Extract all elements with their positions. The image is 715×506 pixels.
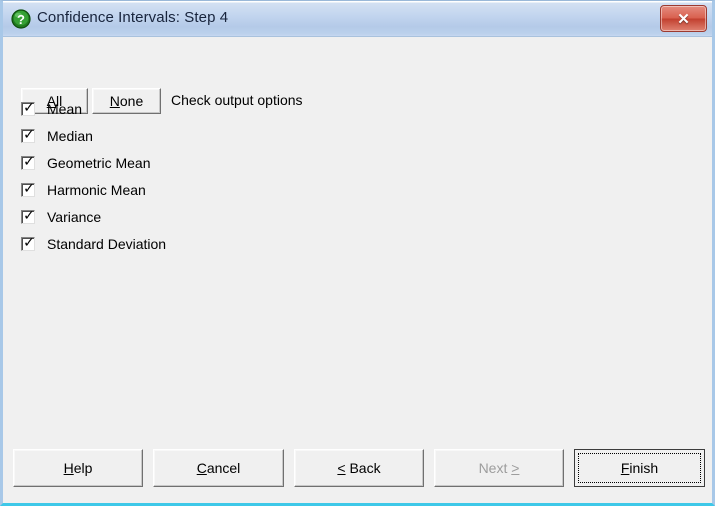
checkmark-icon: ✓ xyxy=(23,180,35,197)
help-button[interactable]: Help xyxy=(13,449,143,487)
select-none-label: None xyxy=(109,93,144,109)
checkmark-icon: ✓ xyxy=(23,207,35,224)
cancel-label: Cancel xyxy=(196,460,241,476)
checkbox-label-variance: Variance xyxy=(47,208,102,225)
checkbox-row-median[interactable]: ✓ Median xyxy=(21,122,166,149)
next-button[interactable]: Next > xyxy=(434,449,564,487)
checkmark-icon: ✓ xyxy=(23,126,35,143)
output-options-list: ✓ Mean ✓ Median ✓ Geometric Mean ✓ Harmo… xyxy=(21,95,166,257)
checkbox-row-standard-deviation[interactable]: ✓ Standard Deviation xyxy=(21,230,166,257)
checkbox-mean[interactable]: ✓ xyxy=(21,99,35,116)
svg-text:?: ? xyxy=(17,12,25,27)
checkmark-icon: ✓ xyxy=(23,153,35,170)
output-options-hint: Check output options xyxy=(171,92,303,108)
finish-button[interactable]: Finish xyxy=(574,449,705,487)
dialog-client-area: All None Check output options ✓ Mean ✓ M… xyxy=(3,37,712,503)
close-button[interactable]: ✕ xyxy=(660,5,707,32)
checkbox-label-harmonic-mean: Harmonic Mean xyxy=(47,181,146,198)
back-label: < Back xyxy=(337,460,381,476)
checkbox-median[interactable]: ✓ xyxy=(21,126,35,143)
checkbox-row-harmonic-mean[interactable]: ✓ Harmonic Mean xyxy=(21,176,166,203)
select-all-label: All xyxy=(46,93,63,109)
dialog-window: ? Confidence Intervals: Step 4 ✕ All Non… xyxy=(0,0,715,506)
checkbox-label-median: Median xyxy=(47,127,93,144)
checkbox-label-geometric-mean: Geometric Mean xyxy=(47,154,151,171)
next-label: Next > xyxy=(478,460,520,476)
checkbox-harmonic-mean[interactable]: ✓ xyxy=(21,180,35,197)
checkbox-geometric-mean[interactable]: ✓ xyxy=(21,153,35,170)
dialog-footer: Help Cancel < Back Next > Finish xyxy=(3,437,712,503)
checkbox-row-geometric-mean[interactable]: ✓ Geometric Mean xyxy=(21,149,166,176)
checkbox-variance[interactable]: ✓ xyxy=(21,207,35,224)
checkbox-label-standard-deviation: Standard Deviation xyxy=(47,235,167,252)
checkmark-icon: ✓ xyxy=(23,234,35,251)
close-icon: ✕ xyxy=(677,10,690,28)
green-question-help-icon: ? xyxy=(11,9,31,29)
help-label: Help xyxy=(63,460,93,476)
checkbox-standard-deviation[interactable]: ✓ xyxy=(21,234,35,251)
cancel-button[interactable]: Cancel xyxy=(153,449,284,487)
window-title: Confidence Intervals: Step 4 xyxy=(37,9,229,26)
checkbox-row-variance[interactable]: ✓ Variance xyxy=(21,203,166,230)
finish-label: Finish xyxy=(620,460,659,476)
checkmark-icon: ✓ xyxy=(23,99,35,116)
title-bar[interactable]: ? Confidence Intervals: Step 4 ✕ xyxy=(3,1,712,37)
checkbox-row-mean[interactable]: ✓ Mean xyxy=(21,95,166,122)
back-button[interactable]: < Back xyxy=(294,449,424,487)
